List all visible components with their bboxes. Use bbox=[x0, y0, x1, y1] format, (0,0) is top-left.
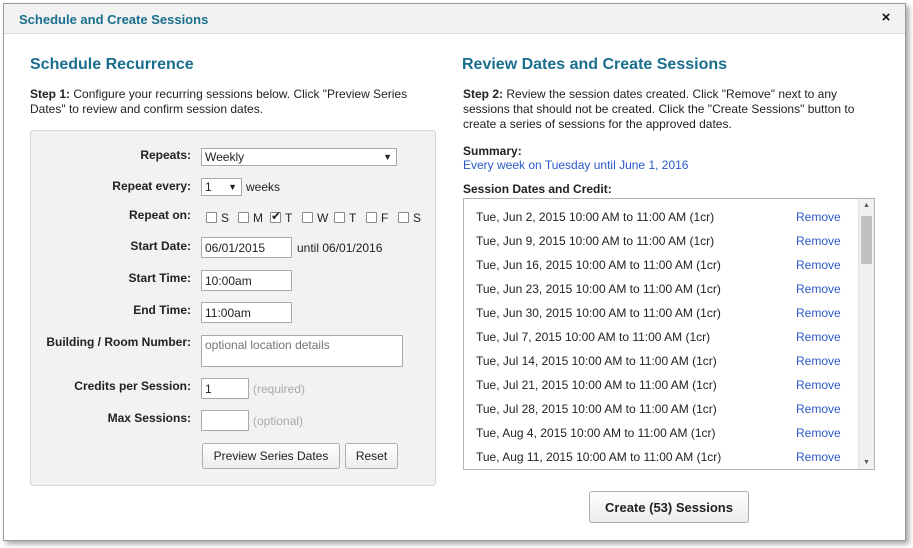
session-row: Tue, Aug 11, 2015 10:00 AM to 11:00 AM (… bbox=[464, 445, 859, 469]
credits-label: Credits per Session: bbox=[74, 379, 191, 393]
preview-series-dates-button[interactable]: Preview Series Dates bbox=[202, 443, 340, 469]
repeat-on-label: Repeat on: bbox=[128, 208, 191, 222]
session-date: Tue, Jul 21, 2015 10:00 AM to 11:00 AM (… bbox=[476, 378, 717, 392]
session-row: Tue, Jun 30, 2015 10:00 AM to 11:00 AM (… bbox=[464, 301, 859, 325]
credits-input[interactable] bbox=[201, 378, 249, 399]
session-date: Tue, Jul 14, 2015 10:00 AM to 11:00 AM (… bbox=[476, 354, 717, 368]
remove-session-link[interactable]: Remove bbox=[796, 378, 841, 392]
repeats-value: Weekly bbox=[205, 150, 245, 164]
start-date-input[interactable] bbox=[201, 237, 292, 258]
step-2-text: Review the session dates created. Click … bbox=[463, 87, 855, 131]
dropdown-arrow-icon: ▼ bbox=[383, 152, 392, 162]
repeat-every-select[interactable]: 1 ▼ bbox=[201, 178, 242, 196]
day-label: T bbox=[349, 211, 357, 225]
repeat-every-value: 1 bbox=[205, 180, 212, 194]
recurrence-form: Repeats: Weekly ▼ Repeat every: 1 ▼ week… bbox=[30, 130, 436, 486]
remove-session-link[interactable]: Remove bbox=[796, 234, 841, 248]
remove-session-link[interactable]: Remove bbox=[796, 354, 841, 368]
schedule-recurrence-heading: Schedule Recurrence bbox=[30, 56, 194, 73]
start-date-label: Start Date: bbox=[130, 239, 191, 253]
remove-session-link[interactable]: Remove bbox=[796, 330, 841, 344]
session-date: Tue, Jun 9, 2015 10:00 AM to 11:00 AM (1… bbox=[476, 234, 715, 248]
day-label: W bbox=[317, 211, 329, 225]
repeats-select[interactable]: Weekly ▼ bbox=[201, 148, 397, 166]
day-checkbox[interactable] bbox=[366, 212, 377, 223]
end-time-input[interactable] bbox=[201, 302, 292, 323]
session-date: Tue, Jul 28, 2015 10:00 AM to 11:00 AM (… bbox=[476, 402, 717, 416]
start-time-label: Start Time: bbox=[128, 271, 191, 285]
day-checkbox[interactable]: ✔ bbox=[270, 209, 282, 223]
end-time-label: End Time: bbox=[133, 303, 191, 317]
session-row: Tue, Jul 7, 2015 10:00 AM to 11:00 AM (1… bbox=[464, 325, 859, 349]
day-label: S bbox=[221, 211, 230, 225]
session-date: Tue, Jun 23, 2015 10:00 AM to 11:00 AM (… bbox=[476, 282, 721, 296]
scroll-down-icon[interactable]: ▼ bbox=[863, 459, 870, 466]
session-dates-list[interactable]: Tue, Jun 2, 2015 10:00 AM to 11:00 AM (1… bbox=[463, 198, 875, 470]
session-row: Tue, Jul 21, 2015 10:00 AM to 11:00 AM (… bbox=[464, 373, 859, 397]
reset-button[interactable]: Reset bbox=[345, 443, 398, 469]
remove-session-link[interactable]: Remove bbox=[796, 450, 841, 464]
create-sessions-button[interactable]: Create (53) Sessions bbox=[589, 491, 749, 523]
remove-session-link[interactable]: Remove bbox=[796, 282, 841, 296]
scroll-up-icon[interactable]: ▲ bbox=[863, 202, 870, 209]
session-row: Tue, Jun 2, 2015 10:00 AM to 11:00 AM (1… bbox=[464, 205, 859, 229]
session-date: Tue, Aug 4, 2015 10:00 AM to 11:00 AM (1… bbox=[476, 426, 716, 440]
step-1-text: Configure your recurring sessions below.… bbox=[30, 87, 408, 116]
room-input[interactable] bbox=[201, 335, 403, 367]
session-date: Tue, Jun 30, 2015 10:00 AM to 11:00 AM (… bbox=[476, 306, 721, 320]
session-date: Tue, Jun 16, 2015 10:00 AM to 11:00 AM (… bbox=[476, 258, 721, 272]
day-label: T bbox=[285, 211, 293, 225]
session-date: Tue, Jul 7, 2015 10:00 AM to 11:00 AM (1… bbox=[476, 330, 711, 344]
session-row: Tue, Jul 14, 2015 10:00 AM to 11:00 AM (… bbox=[464, 349, 859, 373]
repeat-every-unit: weeks bbox=[246, 180, 281, 194]
remove-session-link[interactable]: Remove bbox=[796, 258, 841, 272]
credits-hint: (required) bbox=[253, 382, 306, 396]
day-label: M bbox=[253, 211, 263, 225]
session-date: Tue, Aug 11, 2015 10:00 AM to 11:00 AM (… bbox=[476, 450, 722, 464]
remove-session-link[interactable]: Remove bbox=[796, 402, 841, 416]
close-icon[interactable]: × bbox=[879, 10, 893, 26]
session-list-scrollbar[interactable]: ▲ ▼ bbox=[858, 199, 874, 469]
summary-label: Summary: bbox=[463, 144, 522, 158]
dialog-titlebar: Schedule and Create Sessions × bbox=[4, 4, 905, 34]
day-label: F bbox=[381, 211, 389, 225]
step-2-instructions: Step 2: Review the session dates created… bbox=[463, 87, 883, 132]
session-date: Tue, Jun 2, 2015 10:00 AM to 11:00 AM (1… bbox=[476, 210, 715, 224]
session-row: Tue, Aug 4, 2015 10:00 AM to 11:00 AM (1… bbox=[464, 421, 859, 445]
step-1-instructions: Step 1: Configure your recurring session… bbox=[30, 87, 420, 117]
session-row: Tue, Jun 9, 2015 10:00 AM to 11:00 AM (1… bbox=[464, 229, 859, 253]
checkmark-icon: ✔ bbox=[271, 209, 282, 223]
day-checkbox[interactable] bbox=[398, 212, 409, 223]
dropdown-arrow-icon: ▼ bbox=[228, 182, 237, 192]
repeats-label: Repeats: bbox=[140, 148, 191, 162]
day-checkbox[interactable] bbox=[238, 212, 249, 223]
schedule-sessions-dialog: Schedule and Create Sessions × Schedule … bbox=[3, 3, 906, 541]
max-sessions-label: Max Sessions: bbox=[107, 411, 191, 425]
max-sessions-input[interactable] bbox=[201, 410, 249, 431]
step-2-label: Step 2: bbox=[463, 87, 504, 101]
session-row: Tue, Jun 16, 2015 10:00 AM to 11:00 AM (… bbox=[464, 253, 859, 277]
step-1-label: Step 1: bbox=[30, 87, 71, 101]
repeat-on-days: S M ✔ T W T F S bbox=[206, 209, 426, 226]
session-list-label: Session Dates and Credit: bbox=[463, 182, 612, 196]
day-label: S bbox=[413, 211, 422, 225]
day-checkbox[interactable] bbox=[206, 212, 217, 223]
summary-text: Every week on Tuesday until June 1, 2016 bbox=[463, 158, 689, 172]
day-checkbox[interactable] bbox=[302, 212, 313, 223]
remove-session-link[interactable]: Remove bbox=[796, 210, 841, 224]
review-dates-heading: Review Dates and Create Sessions bbox=[462, 56, 728, 73]
end-date-text: until 06/01/2016 bbox=[297, 241, 383, 255]
repeat-every-label: Repeat every: bbox=[112, 179, 191, 193]
day-checkbox[interactable] bbox=[334, 212, 345, 223]
remove-session-link[interactable]: Remove bbox=[796, 426, 841, 440]
dialog-title: Schedule and Create Sessions bbox=[19, 12, 209, 27]
room-label: Building / Room Number: bbox=[46, 335, 191, 349]
remove-session-link[interactable]: Remove bbox=[796, 306, 841, 320]
session-row: Tue, Jul 28, 2015 10:00 AM to 11:00 AM (… bbox=[464, 397, 859, 421]
session-row: Tue, Jun 23, 2015 10:00 AM to 11:00 AM (… bbox=[464, 277, 859, 301]
max-sessions-hint: (optional) bbox=[253, 414, 304, 428]
scrollbar-thumb[interactable] bbox=[861, 216, 872, 264]
start-time-input[interactable] bbox=[201, 270, 292, 291]
